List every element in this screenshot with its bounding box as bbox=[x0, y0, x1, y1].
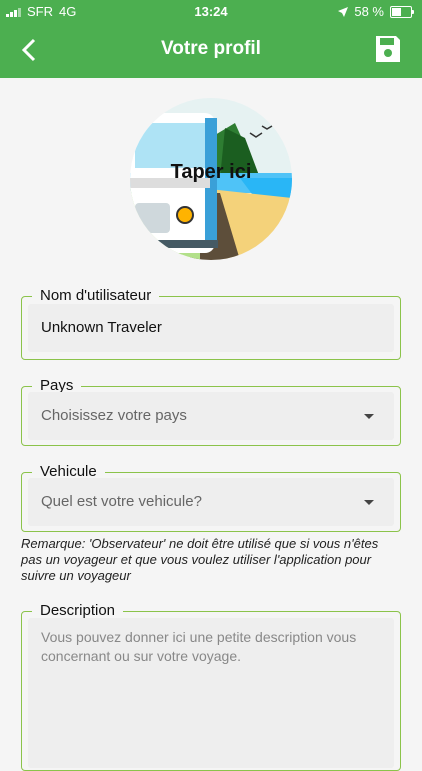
battery-percent: 58 % bbox=[354, 4, 384, 19]
country-select[interactable]: Choisissez votre pays bbox=[28, 392, 394, 440]
country-field: Pays Choisissez votre pays bbox=[21, 377, 401, 446]
country-placeholder: Choisissez votre pays bbox=[41, 407, 187, 424]
username-input[interactable]: Unknown Traveler bbox=[28, 304, 394, 352]
save-button[interactable] bbox=[374, 34, 402, 64]
app-header: SFR 4G 13:24 58 % Votre profil bbox=[0, 0, 422, 78]
dropdown-caret-icon bbox=[364, 414, 374, 419]
vehicle-placeholder: Quel est votre vehicule? bbox=[41, 493, 202, 510]
avatar-label: Taper ici bbox=[170, 161, 252, 183]
username-value: Unknown Traveler bbox=[41, 319, 162, 336]
battery-icon bbox=[390, 5, 414, 18]
username-field: Nom d'utilisateur Unknown Traveler bbox=[21, 287, 401, 360]
description-label: Description bbox=[32, 602, 124, 619]
dropdown-caret-icon bbox=[364, 500, 374, 505]
page-title: Votre profil bbox=[161, 38, 261, 59]
status-bar: SFR 4G 13:24 58 % bbox=[0, 0, 422, 22]
username-label: Nom d'utilisateur bbox=[32, 287, 160, 304]
battery-fill bbox=[392, 7, 402, 16]
vehicle-select[interactable]: Quel est votre vehicule? bbox=[28, 478, 394, 526]
vehicle-field: Vehicule Quel est votre vehicule? bbox=[21, 463, 401, 532]
description-placeholder: Vous pouvez donner ici une petite descri… bbox=[41, 629, 357, 664]
avatar-button[interactable]: Taper ici bbox=[130, 98, 292, 260]
description-field: Description Vous pouvez donner ici une p… bbox=[21, 602, 401, 771]
description-textarea[interactable]: Vous pouvez donner ici une petite descri… bbox=[28, 618, 394, 768]
vehicle-note: Remarque: 'Observateur' ne doit être uti… bbox=[21, 536, 379, 583]
location-icon bbox=[338, 6, 349, 17]
